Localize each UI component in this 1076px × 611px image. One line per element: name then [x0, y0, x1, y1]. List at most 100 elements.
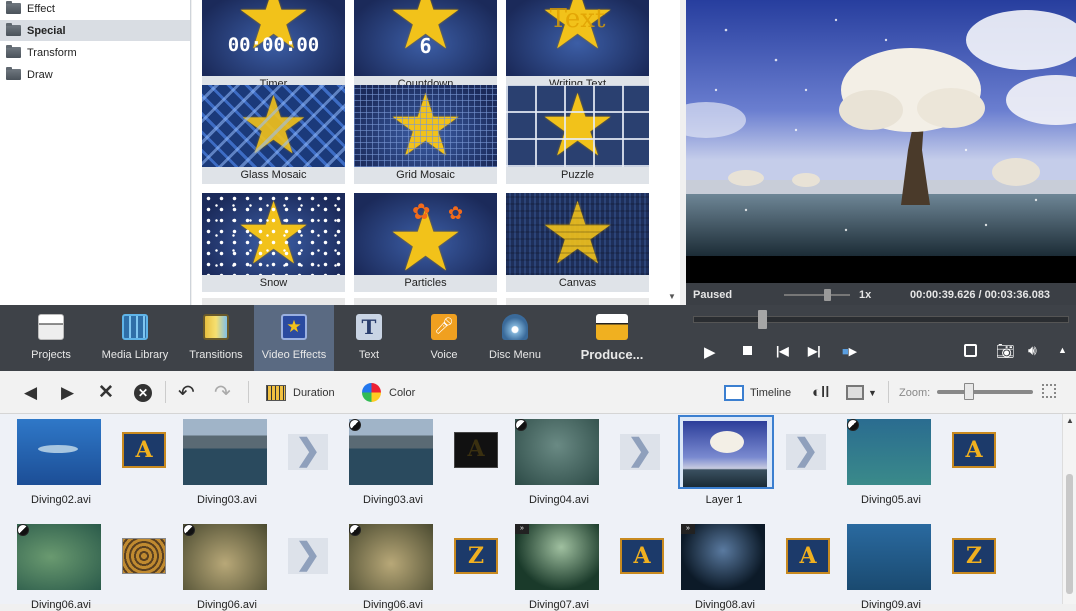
move-left-icon[interactable]: ◀: [24, 371, 37, 414]
effect-tile-partial[interactable]: [202, 298, 345, 305]
effect-tile-timer[interactable]: ★ 00:00:00 Timer: [202, 0, 345, 94]
clip[interactable]: [346, 520, 436, 592]
effect-label: Snow: [202, 275, 345, 292]
effect-tile-grid-mosaic[interactable]: ★ Grid Mosaic: [354, 85, 497, 185]
category-transform[interactable]: Transform: [0, 42, 190, 63]
transition-icon[interactable]: Z: [454, 538, 498, 574]
toolbar-media-library[interactable]: Media Library: [98, 305, 172, 371]
category-tree: Effect Special Transform Draw: [0, 0, 191, 305]
transition-icon[interactable]: A: [122, 432, 166, 468]
clip[interactable]: [14, 520, 104, 592]
clip-effect-badge-icon: [515, 419, 527, 431]
clip[interactable]: [844, 520, 934, 592]
timeline-button[interactable]: Timeline: [724, 371, 791, 414]
folder-icon: [6, 1, 21, 14]
clip-effect-badge-icon: [349, 419, 361, 431]
category-special[interactable]: Special: [0, 20, 190, 41]
toolbar-disc-menu[interactable]: Disc Menu: [484, 305, 546, 371]
scroll-down-icon[interactable]: ▼: [668, 292, 676, 301]
seek-handle[interactable]: [758, 310, 767, 329]
category-draw[interactable]: Draw: [0, 64, 190, 85]
transition-arrow[interactable]: ❯: [288, 434, 328, 470]
seek-bar[interactable]: [693, 316, 1069, 323]
color-button[interactable]: Color: [362, 371, 415, 414]
fit-zoom-icon[interactable]: [1042, 384, 1056, 398]
move-right-icon[interactable]: ▶: [61, 371, 74, 414]
transition-icon[interactable]: A: [454, 432, 498, 468]
clip[interactable]: »: [512, 520, 602, 592]
clip-speed-badge-icon: »: [681, 524, 695, 534]
volume-icon[interactable]: 🔊︎: [1028, 342, 1037, 359]
zoom-label: Zoom:: [899, 386, 931, 399]
redo-icon[interactable]: ↷: [214, 371, 231, 414]
volume-expand-icon[interactable]: ▲: [1058, 345, 1067, 355]
transition-icon[interactable]: Z: [952, 538, 996, 574]
clip[interactable]: [180, 415, 270, 487]
play-icon[interactable]: ▶: [704, 343, 716, 361]
effect-tile-puzzle[interactable]: ★ Puzzle: [506, 85, 649, 185]
clip-name: Diving06.avi: [31, 599, 91, 611]
transition-icon[interactable]: A: [620, 538, 664, 574]
clip[interactable]: [14, 415, 104, 487]
transition-arrow[interactable]: ❯: [786, 434, 826, 470]
transition-icon[interactable]: A: [786, 538, 830, 574]
toolbar-projects[interactable]: Projects: [22, 305, 80, 371]
toolbar-video-effects[interactable]: ★ Video Effects: [254, 305, 334, 371]
effect-tile-countdown[interactable]: ★ 6 Countdown: [354, 0, 497, 94]
effect-gallery: ★ 00:00:00 Timer ★ 6 Countdown ★ Text Wr…: [192, 0, 867, 305]
effect-tile-partial[interactable]: [354, 298, 497, 305]
playback-mode-icon[interactable]: ■▶: [842, 345, 857, 358]
divider: [888, 381, 889, 403]
transition-arrow[interactable]: ❯: [620, 434, 660, 470]
clip[interactable]: [844, 415, 934, 487]
clip[interactable]: [180, 520, 270, 592]
zoom-slider-handle[interactable]: [964, 383, 974, 400]
ruler-icon: [266, 384, 286, 401]
countdown-overlay: 6: [419, 34, 432, 58]
clip-name: Layer 1: [705, 494, 743, 506]
writing-text-overlay: Text: [549, 4, 606, 34]
delete-icon[interactable]: ✕: [98, 371, 114, 414]
storyboard-view-icon[interactable]: ▼: [846, 371, 877, 414]
clip-name: Diving07.avi: [529, 599, 589, 611]
clip[interactable]: »: [678, 520, 768, 592]
next-frame-icon[interactable]: ▶|: [808, 344, 821, 358]
previous-frame-icon[interactable]: |◀: [776, 344, 789, 358]
clip-selected[interactable]: [678, 415, 774, 489]
clip-name: Diving08.avi: [695, 599, 755, 611]
toolbar-transitions[interactable]: Transitions: [186, 305, 246, 371]
toolbar-label: Projects: [31, 349, 71, 361]
duration-button[interactable]: Duration: [266, 371, 335, 414]
fullscreen-icon[interactable]: [964, 344, 977, 357]
folder-icon: [6, 45, 21, 58]
undo-icon[interactable]: ↶: [178, 371, 195, 414]
effect-thumbnail: ★: [202, 85, 345, 167]
scroll-up-icon[interactable]: ▲: [1066, 416, 1074, 425]
toolbar-voice[interactable]: 🎤︎ Voice: [420, 305, 468, 371]
effect-tile-writing-text[interactable]: ★ Text Writing Text: [506, 0, 649, 94]
effect-tile-partial[interactable]: [506, 298, 649, 305]
speed-slider-handle[interactable]: [824, 289, 831, 301]
snapshot-camera-icon[interactable]: 📷︎: [996, 342, 1015, 360]
stop-icon[interactable]: [743, 346, 752, 355]
zoom-slider[interactable]: [937, 390, 1033, 394]
storyboard-scrollbar[interactable]: ▲: [1062, 414, 1076, 604]
transition-arrow[interactable]: ❯: [288, 538, 328, 574]
speed-slider[interactable]: [784, 294, 850, 296]
toolbar-text[interactable]: T Text: [342, 305, 396, 371]
clip[interactable]: [512, 415, 602, 487]
transition-icon[interactable]: A: [952, 432, 996, 468]
effect-tile-glass-mosaic[interactable]: ★ Glass Mosaic: [202, 85, 345, 185]
timeline-icon: [724, 384, 744, 401]
effect-tile-canvas[interactable]: ★ Canvas: [506, 193, 649, 293]
effect-tile-snow[interactable]: ★ Snow: [202, 193, 345, 293]
effect-tile-particles[interactable]: ★ ✿ ✿ Particles: [354, 193, 497, 293]
clip[interactable]: [346, 415, 436, 487]
category-label: Special: [27, 24, 66, 37]
transition-icon[interactable]: [122, 538, 166, 574]
storyboard-scrollbar-thumb[interactable]: [1066, 474, 1073, 594]
delete-all-icon[interactable]: ✕: [134, 371, 152, 414]
category-effect[interactable]: Effect: [0, 0, 190, 19]
toolbar-produce[interactable]: Produce...: [572, 305, 652, 371]
audio-mixer-icon[interactable]: ◐ǀǀ: [812, 371, 829, 414]
